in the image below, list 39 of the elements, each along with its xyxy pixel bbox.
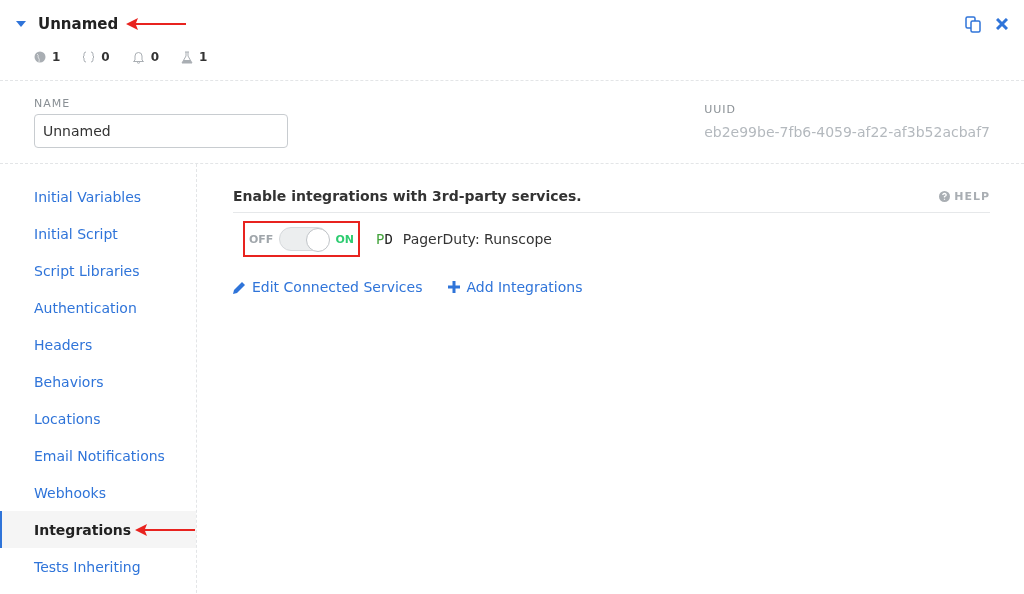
toggle-label: ON — [335, 232, 354, 246]
stat-count: 1 — [199, 50, 208, 64]
stat-count: 0 — [101, 50, 110, 64]
field-label: UUID — [704, 103, 737, 116]
caret-icon[interactable] — [16, 20, 26, 28]
sidebar-item[interactable]: Behaviors — [34, 373, 104, 390]
name-field[interactable]: Unnamed — [34, 114, 288, 148]
copy-icon[interactable] — [965, 15, 982, 33]
field-label: NAME — [34, 97, 72, 110]
edit-services-link[interactable]: Edit Connected Services — [233, 279, 423, 295]
flask-icon — [181, 50, 194, 64]
annotation-arrow — [135, 523, 196, 536]
annotation-arrow — [126, 18, 187, 30]
stat-count: 0 — [150, 50, 160, 64]
sidebar-item[interactable]: Script Libraries — [34, 262, 140, 279]
sidebar-item[interactable]: Headers — [34, 336, 93, 353]
sidebar-item[interactable]: Initial Variables — [34, 188, 142, 205]
sidebar-item[interactable]: Webhooks — [34, 484, 106, 501]
plus-icon — [448, 281, 461, 293]
add-integrations-link[interactable]: Add Integrations — [448, 279, 583, 295]
sidebar-item[interactable]: Tests Inheriting — [34, 558, 141, 575]
sidebar-item[interactable]: Authentication — [34, 299, 137, 316]
integration-name: PagerDuty: Runscope — [402, 231, 552, 247]
section-heading: Enable integrations with 3rd-party services. — [233, 188, 582, 204]
uuid-value: eb2e99be-7fb6-4059-af22-af3b52acbaf7 — [704, 124, 990, 140]
bell-icon — [131, 50, 145, 64]
test-title: Unnamed — [38, 15, 119, 33]
sidebar-item[interactable]: Locations — [34, 410, 101, 427]
close-icon[interactable] — [996, 18, 1008, 30]
toggle-switch[interactable] — [279, 227, 330, 251]
toggle-label: OFF — [249, 232, 274, 246]
braces-icon — [82, 51, 96, 63]
pagerduty-logo: PD — [375, 231, 393, 247]
pencil-icon — [233, 280, 246, 294]
globe-icon — [34, 51, 46, 63]
stat-count: 1 — [52, 50, 61, 64]
sidebar-item[interactable]: Email Notifications — [34, 447, 165, 464]
sidebar-item[interactable]: Initial Script — [34, 225, 118, 242]
help-icon — [939, 190, 951, 202]
